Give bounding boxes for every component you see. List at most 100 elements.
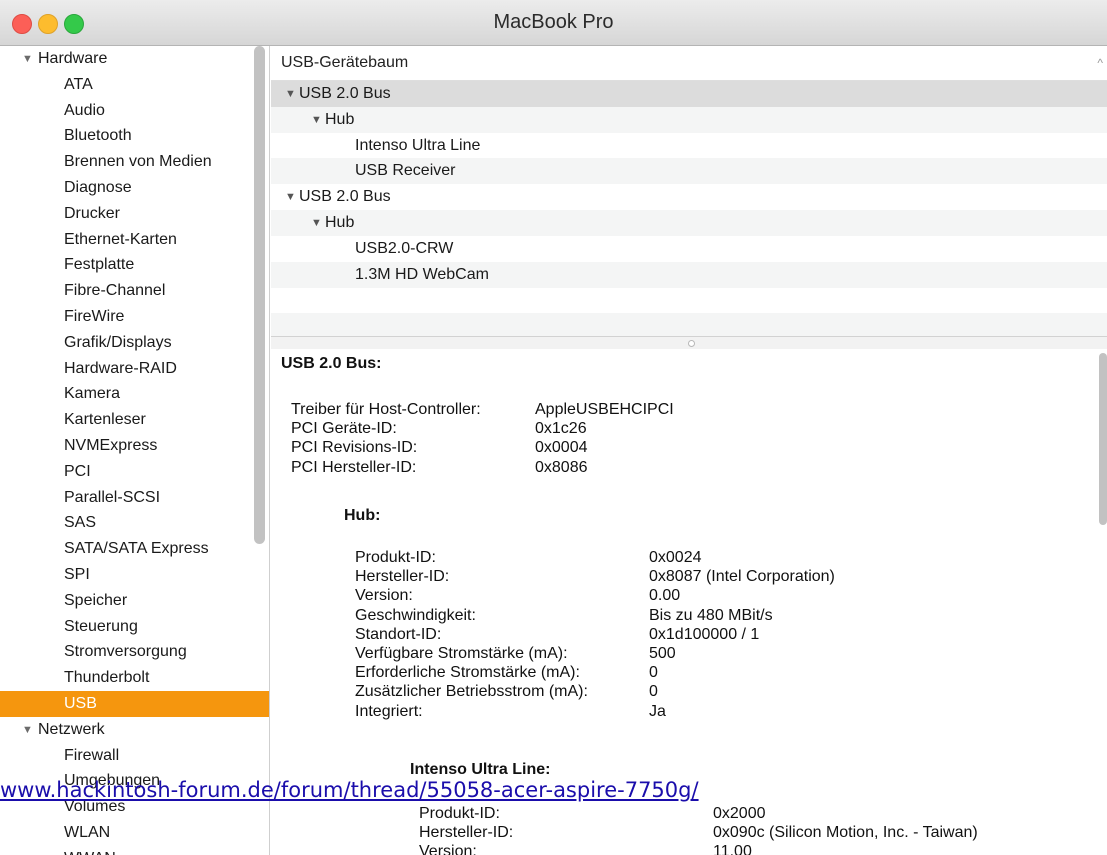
tree-row[interactable]: 1.3M HD WebCam [271,261,1107,288]
tree-row[interactable]: ▼ Hub [271,106,1107,133]
sidebar-item-ata[interactable]: ATA [0,72,269,98]
property-value: 0x1c26 [535,420,587,438]
sort-chevron-icon: ^ [1097,56,1103,70]
property-label: Version: [419,843,477,855]
sidebar: ▼ Hardware ATA Audio Bluetooth Brennen von Me… [0,46,270,855]
tree-row-label: USB Receiver [355,162,456,180]
property-value: 0x0024 [649,549,702,566]
property-value: 0x090c (Silicon Motion, Inc. - Taiwan) [713,824,978,842]
tree-empty-row [271,287,1107,313]
tree-row-label: Hub [325,214,355,231]
title-bar: MacBook Pro [0,0,1107,46]
property-label: Version: [355,587,413,605]
property-value: 0 [649,664,658,682]
sidebar-group-hardware[interactable]: ▼ Hardware [0,46,269,72]
disclosure-triangle-icon[interactable]: ▼ [22,46,33,72]
sidebar-item-pci[interactable]: PCI [0,459,269,485]
property-value: 0.00 [649,587,681,605]
sidebar-item-steuerung[interactable]: Steuerung [0,614,269,640]
tree-row-label: USB 2.0 Bus [299,85,391,102]
disclosure-triangle-icon[interactable]: ▼ [311,107,322,133]
property-value: 0x2000 [713,805,766,822]
disclosure-triangle-icon[interactable]: ▼ [285,81,296,107]
property-label: Geschwindigkeit: [355,606,476,624]
sidebar-item-brennen-von-medien[interactable]: Brennen von Medien [0,149,269,175]
property-label: Zusätzlicher Betriebsstrom (mA): [355,683,588,701]
tree-column-header[interactable]: USB-Gerätebaum ^ [271,46,1107,81]
divider-handle-icon [688,340,695,347]
tree-row[interactable]: Intenso Ultra Line [271,133,1107,159]
property-value: 0x8087 (Intel Corporation) [649,568,835,586]
sidebar-item-grafik-displays[interactable]: Grafik/Displays [0,330,269,356]
sidebar-item-wlan[interactable]: WLAN [0,820,269,846]
sidebar-item-ethernet-karten[interactable]: Ethernet-Karten [0,227,269,253]
sidebar-item-bluetooth[interactable]: Bluetooth [0,123,269,149]
tree-header-label: USB-Gerätebaum [281,54,409,71]
tree-row[interactable]: ▼ USB 2.0 Bus [271,184,1107,210]
property-label: PCI Geräte-ID: [291,420,397,438]
detail-scrollbar[interactable] [1099,353,1107,525]
property-label: Hersteller-ID: [355,568,450,586]
window-title: MacBook Pro [493,11,614,33]
property-label: Standort-ID: [355,625,442,643]
tree-row-label: Hub [325,110,355,128]
sidebar-item-hardware-raid[interactable]: Hardware-RAID [0,356,269,382]
detail-title: USB 2.0 Bus: [281,355,382,372]
property-value: AppleUSBEHCIPCI [535,401,674,418]
tree-row[interactable]: ▼ USB 2.0 Bus [271,81,1107,107]
sidebar-item-kartenleser[interactable]: Kartenleser [0,407,269,433]
property-value: Bis zu 480 MBit/s [649,606,773,624]
sidebar-item-fibre-channel[interactable]: Fibre-Channel [0,278,269,304]
property-value: 0x0004 [535,439,588,457]
property-label: PCI Hersteller-ID: [291,458,417,476]
disclosure-triangle-icon[interactable]: ▼ [311,210,322,236]
sidebar-item-thunderbolt[interactable]: Thunderbolt [0,665,269,691]
sidebar-group-label: Netzwerk [38,720,105,738]
sidebar-item-firewire[interactable]: FireWire [0,304,269,330]
sidebar-item-wwan[interactable]: WWAN [0,846,269,855]
tree-row-label: USB 2.0 Bus [299,188,391,206]
property-value: 11.00 [713,843,752,855]
property-label: Erforderliche Stromstärke (mA): [355,664,580,682]
forum-url-link[interactable]: www.hackintosh-forum.de/forum/thread/550… [0,776,699,804]
property-value: Ja [649,702,666,720]
hub-section-title: Hub: [344,507,381,524]
usb-device-tree: USB-Gerätebaum ^ ▼ USB 2.0 Bus ▼ Hub Intenso… [271,46,1107,346]
property-label: PCI Revisions-ID: [291,439,418,457]
split-view-divider[interactable] [271,336,1107,350]
tree-row[interactable]: USB2.0-CRW [271,236,1107,262]
property-label: Produkt-ID: [355,549,436,566]
sidebar-item-audio[interactable]: Audio [0,98,269,124]
property-value: 0 [649,683,658,701]
sidebar-item-drucker[interactable]: Drucker [0,201,269,227]
system-information-window: MacBook Pro ▼ Hardware ATA Audio Bluetooth Br… [0,0,1107,855]
sidebar-item-parallel-scsi[interactable]: Parallel-SCSI [0,485,269,511]
tree-row[interactable]: USB Receiver [271,158,1107,185]
sidebar-item-speicher[interactable]: Speicher [0,588,269,614]
sidebar-item-sata-sata-express[interactable]: SATA/SATA Express [0,536,269,562]
property-label: Produkt-ID: [419,805,500,822]
tree-row-label: Intenso Ultra Line [355,136,481,154]
disclosure-triangle-icon[interactable]: ▼ [285,184,296,210]
sidebar-item-firewall[interactable]: Firewall [0,743,269,769]
sidebar-group-label: Hardware [38,50,108,67]
tree-row-label: 1.3M HD WebCam [355,265,489,283]
sidebar-item-festplatte[interactable]: Festplatte [0,252,269,278]
tree-row[interactable]: ▼ Hub [271,210,1107,236]
sidebar-item-spi[interactable]: SPI [0,562,269,588]
sidebar-item-stromversorgung[interactable]: Stromversorgung [0,639,269,665]
sidebar-item-sas[interactable]: SAS [0,510,269,536]
disclosure-triangle-icon[interactable]: ▼ [22,717,33,743]
sidebar-item-kamera[interactable]: Kamera [0,381,269,407]
property-value: 0x8086 [535,458,588,476]
sidebar-item-nvmexpress[interactable]: NVMExpress [0,433,269,459]
sidebar-item-usb[interactable]: USB [0,691,269,717]
property-label: Integriert: [355,702,423,720]
property-label: Verfügbare Stromstärke (mA): [355,645,568,662]
sidebar-item-diagnose[interactable]: Diagnose [0,175,269,201]
property-value: 500 [649,645,676,662]
property-value: 0x1d100000 / 1 [649,625,760,643]
property-label: Treiber für Host-Controller: [291,401,481,418]
sidebar-group-netzwerk[interactable]: ▼ Netzwerk [0,717,269,743]
property-label: Hersteller-ID: [419,824,514,842]
